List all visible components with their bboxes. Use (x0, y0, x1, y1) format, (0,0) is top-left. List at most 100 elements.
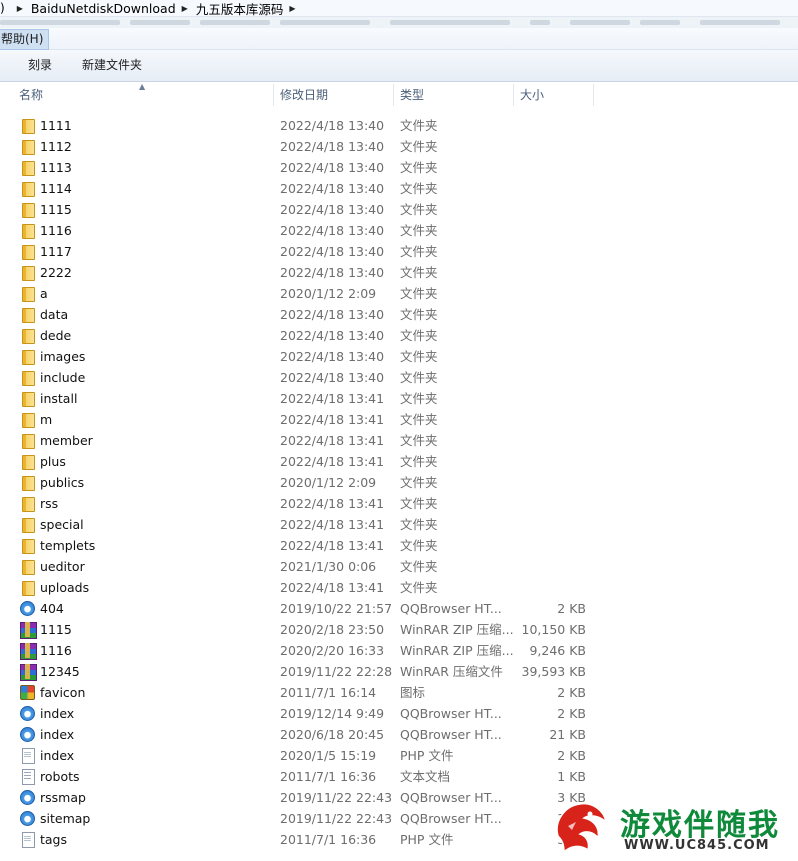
file-date: 2022/4/18 13:41 (280, 580, 385, 595)
file-row[interactable]: 1116 2020/2/20 16:33 WinRAR ZIP 压缩... 9,246… (0, 640, 798, 661)
file-row[interactable]: member 2022/4/18 13:41 文件夹 (0, 430, 798, 451)
file-name: favicon (40, 685, 86, 700)
breadcrumb-chevron-icon[interactable]: ▶ (283, 4, 303, 13)
breadcrumb-item-baidunetdiskdownload[interactable]: BaiduNetdiskDownload (31, 0, 176, 16)
file-name: install (40, 391, 78, 406)
file-name: rssmap (40, 790, 86, 805)
file-type: 文本文档 (400, 769, 451, 784)
file-name: robots (40, 769, 80, 784)
file-row[interactable]: index 2020/6/18 20:45 QQBrowser HT... 21 KB (0, 724, 798, 745)
file-type: QQBrowser HT... (400, 601, 502, 616)
file-date: 2022/4/18 13:40 (280, 328, 385, 343)
file-date: 2022/4/18 13:41 (280, 391, 385, 406)
file-size: 2 KB (557, 748, 586, 763)
file-type: 文件夹 (400, 328, 438, 343)
folder-icon (20, 328, 35, 344)
file-row[interactable]: 2222 2022/4/18 13:40 文件夹 (0, 262, 798, 283)
file-row[interactable]: install 2022/4/18 13:41 文件夹 (0, 388, 798, 409)
file-row[interactable]: 1115 2022/4/18 13:40 文件夹 (0, 199, 798, 220)
breadcrumb-chevron-icon[interactable]: ▶ (11, 4, 31, 13)
breadcrumb-chevron-icon[interactable]: ▶ (176, 4, 196, 13)
winrar-icon (20, 664, 37, 681)
obscured-toolbar-strip (0, 17, 798, 28)
file-type: 文件夹 (400, 349, 438, 364)
file-name: index (40, 748, 75, 763)
file-type: 文件夹 (400, 517, 438, 532)
file-row[interactable]: rss 2022/4/18 13:41 文件夹 (0, 493, 798, 514)
file-date: 2019/10/22 21:57 (280, 601, 393, 616)
file-row[interactable]: 1113 2022/4/18 13:40 文件夹 (0, 157, 798, 178)
breadcrumb-back-glyph: ) (0, 1, 5, 15)
winrar-icon (20, 643, 37, 660)
file-row[interactable]: 12345 2019/11/22 22:28 WinRAR 压缩文件 39,593 K… (0, 661, 798, 682)
address-bar[interactable]: ) ▶ BaiduNetdiskDownload ▶ 九五版本库源码 ▶ (0, 0, 798, 17)
file-row[interactable]: special 2022/4/18 13:41 文件夹 (0, 514, 798, 535)
file-list: 1111 2022/4/18 13:40 文件夹 1112 2022/4/18 13:4… (0, 115, 798, 850)
file-row[interactable]: 1116 2022/4/18 13:40 文件夹 (0, 220, 798, 241)
column-divider[interactable] (393, 84, 394, 106)
file-type: 文件夹 (400, 538, 438, 553)
dragon-logo-icon (556, 802, 608, 854)
column-header-size[interactable]: 大小 (520, 82, 544, 108)
file-type: 文件夹 (400, 370, 438, 385)
qqbrowser-icon (20, 727, 35, 742)
file-row[interactable]: data 2022/4/18 13:40 文件夹 (0, 304, 798, 325)
file-row[interactable]: 1115 2020/2/18 23:50 WinRAR ZIP 压缩... 10,15… (0, 619, 798, 640)
file-date: 2020/1/5 15:19 (280, 748, 377, 763)
new-folder-button[interactable]: 新建文件夹 (82, 57, 142, 74)
file-type: 文件夹 (400, 454, 438, 469)
column-header-type[interactable]: 类型 (400, 82, 424, 108)
file-type: 文件夹 (400, 559, 438, 574)
file-row[interactable]: 404 2019/10/22 21:57 QQBrowser HT... 2 KB (0, 598, 798, 619)
folder-icon (20, 391, 35, 407)
file-date: 2020/6/18 20:45 (280, 727, 385, 742)
file-type: WinRAR ZIP 压缩... (400, 643, 514, 658)
file-row[interactable]: index 2019/12/14 9:49 QQBrowser HT... 2 KB (0, 703, 798, 724)
file-row[interactable]: 1112 2022/4/18 13:40 文件夹 (0, 136, 798, 157)
file-row[interactable]: robots 2011/7/1 16:36 文本文档 1 KB (0, 766, 798, 787)
column-divider[interactable] (593, 84, 594, 106)
column-header-name[interactable]: 名称 (19, 82, 43, 108)
file-date: 2022/4/18 13:40 (280, 223, 385, 238)
file-row[interactable]: include 2022/4/18 13:40 文件夹 (0, 367, 798, 388)
file-name: 1113 (40, 160, 72, 175)
file-name: index (40, 727, 75, 742)
file-row[interactable]: 1117 2022/4/18 13:40 文件夹 (0, 241, 798, 262)
column-divider[interactable] (513, 84, 514, 106)
file-name: tags (40, 832, 68, 847)
file-row[interactable]: uploads 2022/4/18 13:41 文件夹 (0, 577, 798, 598)
file-row[interactable]: a 2020/1/12 2:09 文件夹 (0, 283, 798, 304)
file-row[interactable]: templets 2022/4/18 13:41 文件夹 (0, 535, 798, 556)
file-row[interactable]: 1114 2022/4/18 13:40 文件夹 (0, 178, 798, 199)
file-name: 12345 (40, 664, 80, 679)
file-row[interactable]: publics 2020/1/12 2:09 文件夹 (0, 472, 798, 493)
file-row[interactable]: 1111 2022/4/18 13:40 文件夹 (0, 115, 798, 136)
file-row[interactable]: ueditor 2021/1/30 0:06 文件夹 (0, 556, 798, 577)
php-file-icon (20, 748, 35, 764)
file-row[interactable]: images 2022/4/18 13:40 文件夹 (0, 346, 798, 367)
file-size: 2 KB (557, 601, 586, 616)
menu-help[interactable]: 帮助(H) (0, 29, 50, 50)
file-type: WinRAR ZIP 压缩... (400, 622, 514, 637)
file-row[interactable]: plus 2022/4/18 13:41 文件夹 (0, 451, 798, 472)
file-date: 2022/4/18 13:40 (280, 139, 385, 154)
menu-bar: 帮助(H) (0, 28, 798, 50)
file-date: 2011/7/1 16:36 (280, 832, 377, 847)
file-date: 2021/1/30 0:06 (280, 559, 377, 574)
folder-icon (20, 412, 35, 428)
favicon-icon (20, 685, 35, 700)
file-date: 2022/4/18 13:41 (280, 412, 385, 427)
file-type: 文件夹 (400, 307, 438, 322)
burn-button[interactable]: 刻录 (28, 57, 52, 74)
column-header-date[interactable]: 修改日期 (280, 82, 328, 108)
file-row[interactable]: m 2022/4/18 13:41 文件夹 (0, 409, 798, 430)
column-divider[interactable] (273, 84, 274, 106)
file-row[interactable]: favicon 2011/7/1 16:14 图标 2 KB (0, 682, 798, 703)
breadcrumb-item-current-folder[interactable]: 九五版本库源码 (196, 0, 284, 17)
file-row[interactable]: index 2020/1/5 15:19 PHP 文件 2 KB (0, 745, 798, 766)
folder-icon (20, 244, 35, 260)
file-row[interactable]: dede 2022/4/18 13:40 文件夹 (0, 325, 798, 346)
file-size: 10,150 KB (521, 622, 586, 637)
qqbrowser-icon (20, 601, 35, 616)
folder-icon (20, 160, 35, 176)
